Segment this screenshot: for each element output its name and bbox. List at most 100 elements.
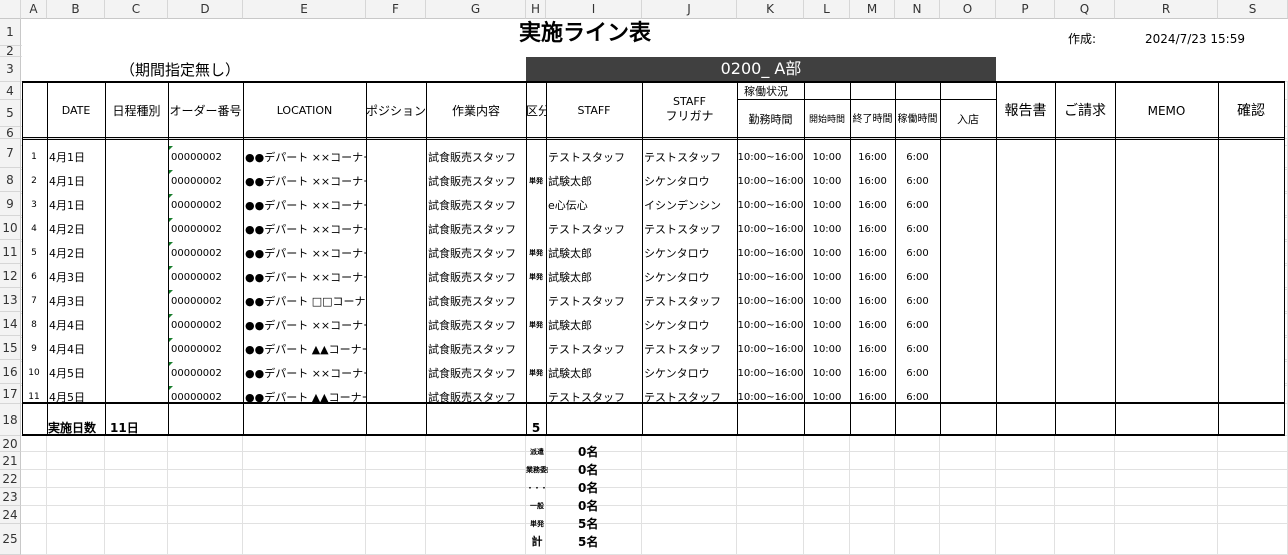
column-header-i[interactable]: I	[546, 0, 642, 19]
work-cell[interactable]: 試食販売スタッフ	[426, 315, 526, 336]
staff-cell[interactable]: テストスタッフ	[546, 219, 642, 240]
kubun-cell[interactable]	[526, 339, 546, 360]
op-cell[interactable]: 6:00	[895, 171, 940, 192]
kana-cell[interactable]: テストスタッフ	[642, 387, 737, 408]
start-cell[interactable]: 10:00	[804, 315, 850, 336]
staff-cell[interactable]: 試験太郎	[546, 315, 642, 336]
staff-cell[interactable]: テストスタッフ	[546, 387, 642, 408]
column-header-n[interactable]: N	[895, 0, 940, 19]
work-cell[interactable]: 試食販売スタッフ	[426, 339, 526, 360]
work-cell[interactable]: 試食販売スタッフ	[426, 291, 526, 312]
op-cell[interactable]: 6:00	[895, 267, 940, 288]
location-cell[interactable]: ●●デパート ××コーナー	[243, 267, 366, 288]
row-header-10[interactable]: 10	[0, 216, 21, 240]
location-cell[interactable]: ●●デパート ××コーナー	[243, 147, 366, 168]
date-cell[interactable]: 4月5日	[47, 387, 105, 408]
row-header-20[interactable]: 20	[0, 436, 21, 452]
row-header-21[interactable]: 21	[0, 452, 21, 470]
hours-cell[interactable]: 10:00~16:00	[737, 243, 804, 264]
work-cell[interactable]: 試食販売スタッフ	[426, 195, 526, 216]
date-cell[interactable]: 4月4日	[47, 339, 105, 360]
column-header-g[interactable]: G	[426, 0, 526, 19]
order-cell[interactable]: 00000002	[168, 147, 243, 168]
kubun-cell[interactable]: 単発	[526, 267, 546, 288]
start-cell[interactable]: 10:00	[804, 291, 850, 312]
location-cell[interactable]: ●●デパート ××コーナー	[243, 243, 366, 264]
kubun-cell[interactable]: 単発	[526, 243, 546, 264]
hours-cell[interactable]: 10:00~16:00	[737, 315, 804, 336]
location-cell[interactable]: ●●デパート ▲▲コーナー	[243, 387, 366, 408]
row-header-8[interactable]: 8	[0, 168, 21, 192]
hours-cell[interactable]: 10:00~16:00	[737, 339, 804, 360]
staff-cell[interactable]: 試験太郎	[546, 243, 642, 264]
column-header-p[interactable]: P	[996, 0, 1055, 19]
end-cell[interactable]: 16:00	[850, 387, 895, 408]
kana-cell[interactable]: テストスタッフ	[642, 291, 737, 312]
location-cell[interactable]: ●●デパート ××コーナー	[243, 219, 366, 240]
row-header-17[interactable]: 17	[0, 384, 21, 404]
date-cell[interactable]: 4月1日	[47, 195, 105, 216]
row-header-2[interactable]: 2	[0, 45, 21, 57]
order-cell[interactable]: 00000002	[168, 219, 243, 240]
staff-cell[interactable]: e心伝心	[546, 195, 642, 216]
start-cell[interactable]: 10:00	[804, 243, 850, 264]
staff-cell[interactable]: 試験太郎	[546, 363, 642, 384]
location-cell[interactable]: ●●デパート ××コーナー	[243, 363, 366, 384]
column-header-l[interactable]: L	[804, 0, 850, 19]
op-cell[interactable]: 6:00	[895, 339, 940, 360]
select-all-corner[interactable]	[0, 0, 21, 19]
staff-cell[interactable]: 試験太郎	[546, 267, 642, 288]
hours-cell[interactable]: 10:00~16:00	[737, 171, 804, 192]
column-header-m[interactable]: M	[850, 0, 895, 19]
location-cell[interactable]: ●●デパート ××コーナー	[243, 315, 366, 336]
work-cell[interactable]: 試食販売スタッフ	[426, 219, 526, 240]
location-cell[interactable]: ●●デパート ××コーナー	[243, 171, 366, 192]
hours-cell[interactable]: 10:00~16:00	[737, 291, 804, 312]
order-cell[interactable]: 00000002	[168, 387, 243, 408]
staff-cell[interactable]: テストスタッフ	[546, 147, 642, 168]
kubun-cell[interactable]	[526, 219, 546, 240]
column-header-f[interactable]: F	[366, 0, 426, 19]
staff-cell[interactable]: テストスタッフ	[546, 291, 642, 312]
date-cell[interactable]: 4月2日	[47, 243, 105, 264]
row-header-1[interactable]: 1	[0, 19, 21, 46]
start-cell[interactable]: 10:00	[804, 195, 850, 216]
order-cell[interactable]: 00000002	[168, 315, 243, 336]
start-cell[interactable]: 10:00	[804, 219, 850, 240]
op-cell[interactable]: 6:00	[895, 387, 940, 408]
start-cell[interactable]: 10:00	[804, 171, 850, 192]
start-cell[interactable]: 10:00	[804, 339, 850, 360]
hours-cell[interactable]: 10:00~16:00	[737, 195, 804, 216]
work-cell[interactable]: 試食販売スタッフ	[426, 171, 526, 192]
order-cell[interactable]: 00000002	[168, 243, 243, 264]
op-cell[interactable]: 6:00	[895, 195, 940, 216]
op-cell[interactable]: 6:00	[895, 219, 940, 240]
order-cell[interactable]: 00000002	[168, 339, 243, 360]
date-cell[interactable]: 4月1日	[47, 147, 105, 168]
date-cell[interactable]: 4月5日	[47, 363, 105, 384]
column-header-s[interactable]: S	[1218, 0, 1288, 19]
hours-cell[interactable]: 10:00~16:00	[737, 387, 804, 408]
row-header-13[interactable]: 13	[0, 288, 21, 312]
end-cell[interactable]: 16:00	[850, 147, 895, 168]
start-cell[interactable]: 10:00	[804, 363, 850, 384]
end-cell[interactable]: 16:00	[850, 363, 895, 384]
row-header-3[interactable]: 3	[0, 57, 21, 82]
column-header-k[interactable]: K	[737, 0, 804, 19]
kubun-cell[interactable]: 単発	[526, 363, 546, 384]
end-cell[interactable]: 16:00	[850, 267, 895, 288]
column-header-c[interactable]: C	[105, 0, 168, 19]
row-header-5[interactable]: 5	[0, 100, 21, 127]
work-cell[interactable]: 試食販売スタッフ	[426, 363, 526, 384]
row-header-25[interactable]: 25	[0, 524, 21, 555]
hours-cell[interactable]: 10:00~16:00	[737, 363, 804, 384]
kubun-cell[interactable]	[526, 147, 546, 168]
column-header-r[interactable]: R	[1115, 0, 1218, 19]
date-cell[interactable]: 4月3日	[47, 291, 105, 312]
op-cell[interactable]: 6:00	[895, 147, 940, 168]
end-cell[interactable]: 16:00	[850, 315, 895, 336]
date-cell[interactable]: 4月3日	[47, 267, 105, 288]
location-cell[interactable]: ●●デパート ▲▲コーナー	[243, 339, 366, 360]
kana-cell[interactable]: テストスタッフ	[642, 339, 737, 360]
op-cell[interactable]: 6:00	[895, 363, 940, 384]
